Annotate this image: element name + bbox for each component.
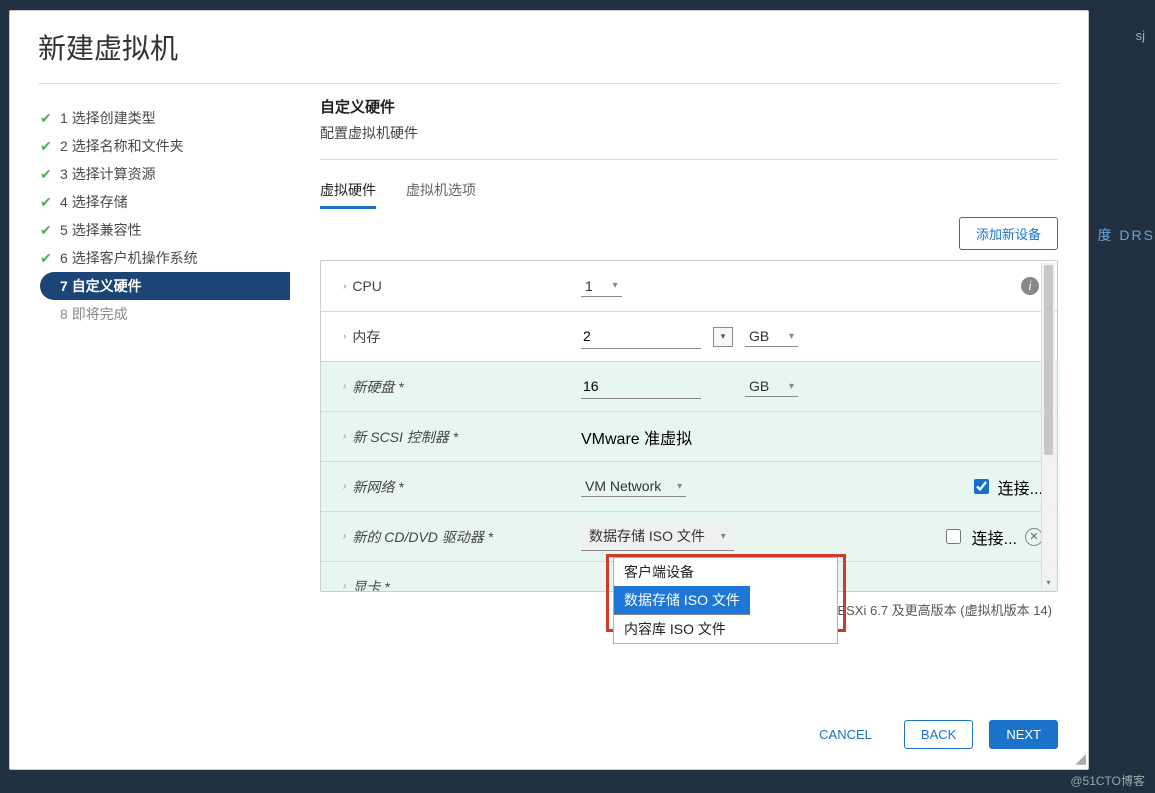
chevron-down-icon: ▾ — [789, 381, 794, 392]
watermark: @51CTO博客 — [1070, 772, 1145, 789]
memory-unit-select[interactable]: GB ▾ — [745, 326, 798, 347]
hw-row-scsi: ›新 SCSI 控制器 * VMware 准虚拟 — [321, 411, 1057, 461]
back-button[interactable]: BACK — [904, 720, 973, 749]
chevron-down-icon: ▾ — [677, 481, 682, 492]
cddvd-connect-checkbox[interactable] — [946, 529, 961, 544]
hw-row-network: ›新网络 * VM Network ▾ 连接... — [321, 461, 1057, 511]
stepper-down-icon[interactable]: ▾ — [713, 327, 733, 347]
check-icon: ✔ — [40, 110, 60, 127]
wizard-step-4[interactable]: ✔4 选择存储 — [40, 188, 290, 216]
hw-row-memory: ›内存 ▾ GB ▾ — [321, 311, 1057, 361]
check-icon: ✔ — [40, 194, 60, 211]
wizard-step-5[interactable]: ✔5 选择兼容性 — [40, 216, 290, 244]
modal-title: 新建虚拟机 — [38, 27, 1060, 84]
background-topbar: sj — [1136, 15, 1155, 55]
cancel-button[interactable]: CANCEL — [803, 720, 888, 749]
scroll-down-icon[interactable]: ▾ — [1042, 575, 1055, 589]
new-vm-wizard-modal: 新建虚拟机 ✔1 选择创建类型 ✔2 选择名称和文件夹 ✔3 选择计算资源 ✔4… — [9, 10, 1089, 770]
content-heading: 自定义硬件 — [320, 96, 1058, 117]
chevron-right-icon[interactable]: › — [343, 331, 346, 342]
cddvd-source-select[interactable]: 数据存储 ISO 文件 ▾ — [581, 522, 734, 551]
wizard-footer: CANCEL BACK NEXT — [10, 700, 1088, 769]
content-subtabs: 虚拟硬件 虚拟机选项 — [320, 174, 1058, 209]
chevron-down-icon: ▾ — [613, 280, 618, 291]
chevron-right-icon[interactable]: › — [343, 531, 346, 542]
disk-unit-select[interactable]: GB ▾ — [745, 376, 798, 397]
wizard-step-6[interactable]: ✔6 选择客户机操作系统 — [40, 244, 290, 272]
cpu-select[interactable]: 1 ▾ — [581, 276, 622, 297]
check-icon: ✔ — [40, 166, 60, 183]
wizard-step-3[interactable]: ✔3 选择计算资源 — [40, 160, 290, 188]
chevron-right-icon[interactable]: › — [343, 481, 346, 492]
wizard-step-2[interactable]: ✔2 选择名称和文件夹 — [40, 132, 290, 160]
wizard-step-1[interactable]: ✔1 选择创建类型 — [40, 104, 290, 132]
chevron-right-icon[interactable]: › — [343, 431, 346, 442]
memory-input[interactable] — [581, 324, 701, 349]
add-device-button[interactable]: 添加新设备 — [959, 217, 1058, 250]
background-right-tab: 度 DRS — [1098, 225, 1155, 255]
chevron-right-icon[interactable]: › — [343, 581, 346, 591]
disk-size-input[interactable] — [581, 374, 701, 399]
hardware-panel: ›CPU 1 ▾ i ›内存 ▾ GB ▾ — [320, 260, 1058, 592]
tab-virtual-hardware[interactable]: 虚拟硬件 — [320, 174, 376, 209]
hw-row-cddvd: ›新的 CD/DVD 驱动器 * 数据存储 ISO 文件 ▾ 连接... ✕ — [321, 511, 1057, 561]
tab-vm-options[interactable]: 虚拟机选项 — [406, 174, 476, 209]
hw-row-new-disk: ›新硬盘 * GB ▾ — [321, 361, 1057, 411]
wizard-step-8: 8 即将完成 — [40, 300, 290, 328]
cddvd-connect-label: 连接... — [972, 525, 1017, 549]
scrollbar-thumb[interactable] — [1044, 265, 1053, 455]
dropdown-option-datastore-iso[interactable]: 数据存储 ISO 文件 — [614, 586, 750, 615]
check-icon: ✔ — [40, 250, 60, 267]
check-icon: ✔ — [40, 222, 60, 239]
chevron-right-icon[interactable]: › — [343, 281, 346, 292]
hw-row-cpu: ›CPU 1 ▾ i — [321, 261, 1057, 311]
chevron-down-icon: ▾ — [789, 331, 794, 342]
content-subheading: 配置虚拟机硬件 — [320, 123, 1058, 160]
chevron-right-icon[interactable]: › — [343, 381, 346, 392]
chevron-down-icon: ▾ — [721, 531, 726, 542]
resize-handle-icon[interactable]: ◢ — [1075, 750, 1086, 767]
next-button[interactable]: NEXT — [989, 720, 1058, 749]
scsi-value: VMware 准虚拟 — [581, 425, 692, 449]
network-select[interactable]: VM Network ▾ — [581, 476, 686, 497]
network-connect-checkbox[interactable] — [974, 479, 989, 494]
cddvd-source-dropdown: 客户端设备 数据存储 ISO 文件 内容库 ISO 文件 — [613, 557, 838, 644]
check-icon: ✔ — [40, 138, 60, 155]
dropdown-option-contentlib-iso[interactable]: 内容库 ISO 文件 — [614, 615, 837, 643]
hardware-scrollbar[interactable]: ▴ ▾ — [1041, 263, 1055, 589]
info-icon[interactable]: i — [1021, 277, 1039, 295]
dropdown-option-client-device[interactable]: 客户端设备 — [614, 558, 837, 586]
wizard-step-7[interactable]: 7 自定义硬件 — [40, 272, 290, 300]
network-connect-label: 连接... — [998, 475, 1043, 499]
wizard-steps: ✔1 选择创建类型 ✔2 选择名称和文件夹 ✔3 选择计算资源 ✔4 选择存储 … — [10, 94, 290, 700]
